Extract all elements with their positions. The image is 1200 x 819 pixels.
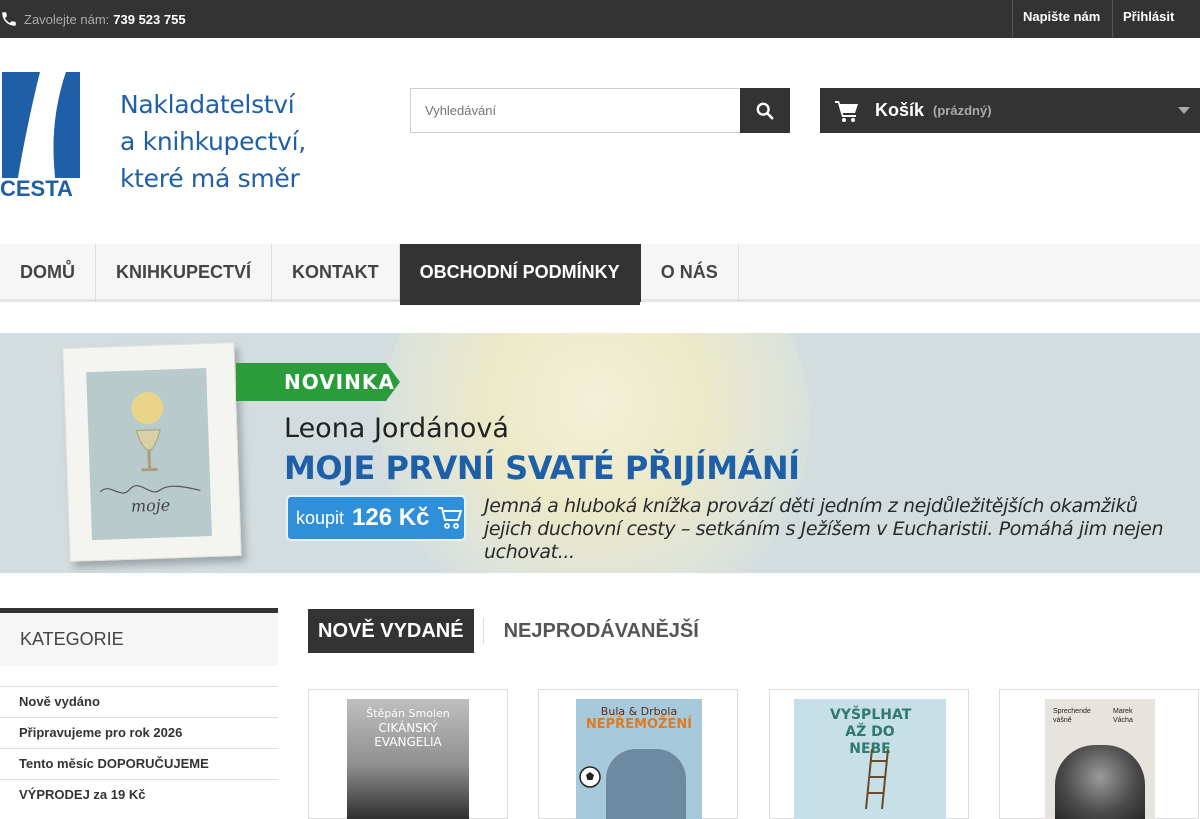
category-sidebar: KATEGORIE Nově vydáno Připravujeme pro r… bbox=[0, 608, 278, 810]
cover-title: NEPŘEMOŽENÍ bbox=[585, 717, 693, 732]
sidebar-item-sale[interactable]: VÝPRODEJ za 19 Kč bbox=[0, 779, 278, 810]
product-tabs: NOVĚ VYDANÉ NEJPRODÁVANĚJŠÍ bbox=[308, 609, 699, 653]
tagline-line-2: a knihkupectví, bbox=[120, 127, 306, 156]
banner-author: Leona Jordánová bbox=[284, 413, 509, 444]
sidebar-item-upcoming[interactable]: Připravujeme pro rok 2026 bbox=[0, 717, 278, 748]
logo-wordmark: CESTA bbox=[0, 176, 73, 201]
cart-icon bbox=[438, 507, 463, 529]
tab-new-releases[interactable]: NOVĚ VYDANÉ bbox=[308, 609, 474, 653]
product-grid: Štěpán Smolen CIKÁNSKÝ EVANGELIA Bula & … bbox=[308, 689, 1200, 819]
shopping-cart-icon bbox=[835, 100, 858, 122]
login-link[interactable]: Přihlásit se bbox=[1112, 0, 1200, 58]
nav-item-contact[interactable]: KONTAKT bbox=[272, 244, 400, 302]
search-button[interactable] bbox=[740, 88, 790, 133]
buy-label: koupit bbox=[296, 507, 345, 528]
cover-title: CIKÁNSKÝ EVANGELIA bbox=[374, 721, 442, 749]
nav-item-about[interactable]: O NÁS bbox=[641, 244, 739, 302]
site-logo[interactable]: CESTA Nakladatelství a knihkupectví, kte… bbox=[0, 70, 310, 202]
logo-tagline: Nakladatelství a knihkupectví, které má … bbox=[120, 86, 306, 197]
product-thumbnail[interactable]: Sprechende vášně Marek Vácha bbox=[1045, 699, 1155, 819]
buy-button[interactable]: koupit 126 Kč bbox=[286, 495, 466, 541]
top-links: Napište nám Přihlásit se bbox=[1012, 0, 1200, 58]
cart-status: (prázdný) bbox=[933, 103, 992, 118]
sidebar-item-new[interactable]: Nově vydáno bbox=[0, 686, 278, 717]
football-icon bbox=[579, 766, 601, 788]
new-badge-label: NOVINKA bbox=[284, 370, 395, 394]
cart-dropdown[interactable]: Košík (prázdný) bbox=[820, 88, 1200, 133]
phone-number[interactable]: 739 523 755 bbox=[113, 12, 185, 27]
nav-item-home[interactable]: DOMŮ bbox=[0, 244, 96, 302]
product-thumbnail[interactable]: Bula & Drbola NEPŘEMOŽENÍ bbox=[576, 699, 702, 819]
cover-title: Sprechende vášně bbox=[1053, 708, 1091, 724]
banner-description: Jemná a hluboká knížka provází děti jedn… bbox=[484, 495, 1164, 563]
nav-item-bookstore[interactable]: KNIHKUPECTVÍ bbox=[96, 244, 273, 302]
contact-us-link[interactable]: Napište nám bbox=[1012, 0, 1112, 38]
product-thumbnail[interactable]: VYŠPLHAT AŽ DO NEBE bbox=[794, 699, 946, 819]
tab-divider bbox=[482, 618, 484, 644]
book-cover-text: moje bbox=[130, 495, 171, 516]
cover-author: Marek Vácha bbox=[1113, 708, 1133, 724]
search-icon bbox=[756, 102, 774, 119]
sidebar-item-recommended[interactable]: Tento měsíc DOPORUČUJEME bbox=[0, 748, 278, 779]
tagline-line-1: Nakladatelství bbox=[120, 90, 295, 119]
main-navigation: DOMŮ KNIHKUPECTVÍ KONTAKT OBCHODNÍ PODMÍ… bbox=[0, 244, 1200, 305]
product-thumbnail[interactable]: Štěpán Smolen CIKÁNSKÝ EVANGELIA bbox=[347, 699, 469, 819]
search-input[interactable] bbox=[410, 88, 740, 133]
promo-banner[interactable]: moje NOVINKA Leona Jordánová MOJE PRVNÍ … bbox=[0, 333, 1200, 573]
chevron-down-icon bbox=[1178, 107, 1190, 114]
cart-title: Košík bbox=[875, 100, 925, 120]
book-cover-art: moje bbox=[86, 368, 212, 541]
banner-title: MOJE PRVNÍ SVATÉ PŘIJÍMÁNÍ bbox=[284, 449, 800, 487]
phone-icon bbox=[2, 12, 16, 26]
buy-price: 126 Kč bbox=[352, 504, 430, 531]
search-form bbox=[410, 88, 790, 133]
phone-contact: Zavolejte nám: 739 523 755 bbox=[0, 10, 186, 28]
cover-portrait bbox=[1055, 745, 1145, 819]
cover-author: Štěpán Smolen bbox=[366, 707, 450, 720]
phone-label: Zavolejte nám: bbox=[24, 11, 110, 27]
ladder-icon bbox=[865, 749, 889, 809]
top-bar: Zavolejte nám: 739 523 755 Napište nám P… bbox=[0, 0, 1200, 58]
sidebar-title: KATEGORIE bbox=[0, 608, 278, 666]
tagline-line-3: které má směr bbox=[120, 164, 300, 193]
cover-figures bbox=[606, 749, 686, 819]
banner-book-cover: moje bbox=[62, 342, 242, 562]
nav-item-terms[interactable]: OBCHODNÍ PODMÍNKY bbox=[399, 244, 641, 305]
tab-bestsellers[interactable]: NEJPRODÁVANĚJŠÍ bbox=[504, 620, 699, 643]
